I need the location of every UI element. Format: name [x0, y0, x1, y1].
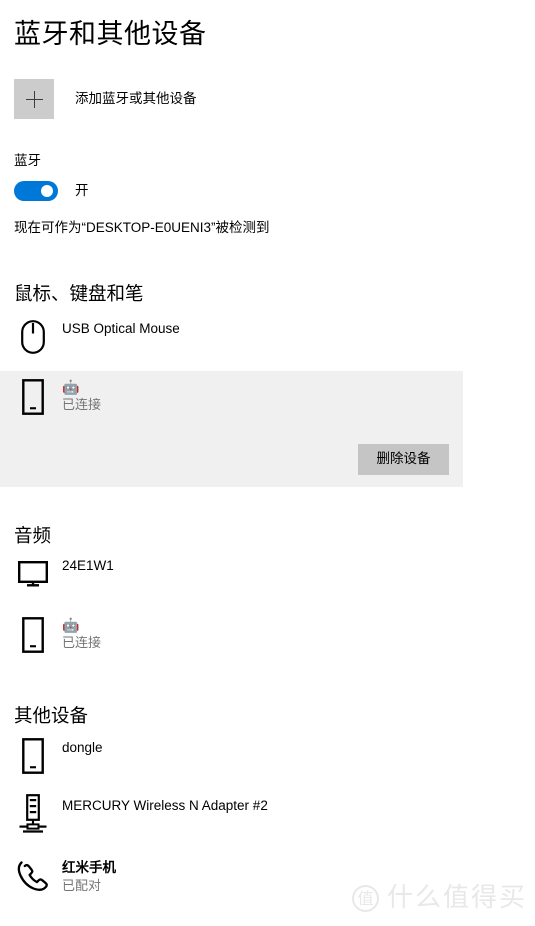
- device-row-redmi-phone[interactable]: 红米手机 已配对: [14, 854, 463, 898]
- device-name: 24E1W1: [62, 558, 114, 573]
- device-row-robot-connected[interactable]: 🤖 已连接: [14, 375, 463, 419]
- network-adapter-icon: [14, 792, 52, 836]
- smartphone-icon: [14, 613, 52, 657]
- discoverable-text: 现在可作为“DESKTOP-E0UENI3”被检测到: [14, 220, 270, 235]
- page-title: 蓝牙和其他设备: [14, 19, 207, 49]
- device-name: dongle: [62, 740, 103, 755]
- add-device-label: 添加蓝牙或其他设备: [75, 91, 197, 106]
- device-name: 🤖: [62, 379, 80, 395]
- device-text: 红米手机 已配对: [62, 854, 116, 895]
- add-bluetooth-device-button[interactable]: 添加蓝牙或其他设备: [14, 79, 197, 119]
- mouse-icon: [14, 315, 52, 359]
- device-text: MERCURY Wireless N Adapter #2: [62, 792, 268, 815]
- device-status: 已连接: [62, 397, 102, 412]
- device-text: 24E1W1: [62, 552, 114, 575]
- device-status: 已配对: [62, 878, 102, 893]
- bluetooth-label: 蓝牙: [14, 153, 41, 168]
- smartphone-icon: [14, 375, 52, 419]
- section-heading-mouse-keyboard-pen: 鼠标、键盘和笔: [14, 283, 144, 304]
- device-row-dongle[interactable]: dongle: [14, 734, 463, 778]
- bluetooth-toggle[interactable]: [14, 181, 58, 201]
- monitor-icon: [14, 552, 52, 596]
- device-card-selected[interactable]: 🤖 已连接 删除设备: [0, 371, 463, 487]
- device-row-24e1w1[interactable]: 24E1W1: [14, 552, 463, 596]
- device-text: dongle: [62, 734, 103, 757]
- section-heading-other-devices: 其他设备: [14, 705, 89, 726]
- toggle-knob: [41, 185, 53, 197]
- device-name: MERCURY Wireless N Adapter #2: [62, 798, 268, 813]
- device-name: 🤖: [62, 617, 80, 633]
- bluetooth-toggle-row[interactable]: 开: [14, 181, 89, 201]
- add-device-tile[interactable]: [14, 79, 54, 119]
- device-name: USB Optical Mouse: [62, 321, 180, 336]
- device-name: 红米手机: [62, 860, 116, 875]
- remove-device-button[interactable]: 删除设备: [358, 444, 449, 475]
- device-row-mercury-wireless-adapter[interactable]: MERCURY Wireless N Adapter #2: [14, 792, 463, 836]
- device-text: USB Optical Mouse: [62, 315, 180, 338]
- device-text: 🤖 已连接: [62, 375, 101, 414]
- phone-handset-icon: [14, 854, 52, 898]
- device-row-robot-audio[interactable]: 🤖 已连接: [14, 613, 463, 657]
- section-heading-audio: 音频: [14, 525, 52, 546]
- bluetooth-settings-page: 蓝牙和其他设备 添加蓝牙或其他设备 蓝牙 开 现在可作为“DESKTOP-E0U…: [0, 0, 535, 926]
- smartphone-icon: [14, 734, 52, 778]
- plus-icon: [25, 90, 43, 108]
- bluetooth-toggle-state: 开: [75, 183, 89, 198]
- device-text: 🤖 已连接: [62, 613, 101, 652]
- device-status: 已连接: [62, 635, 102, 650]
- device-row-usb-optical-mouse[interactable]: USB Optical Mouse: [14, 315, 463, 359]
